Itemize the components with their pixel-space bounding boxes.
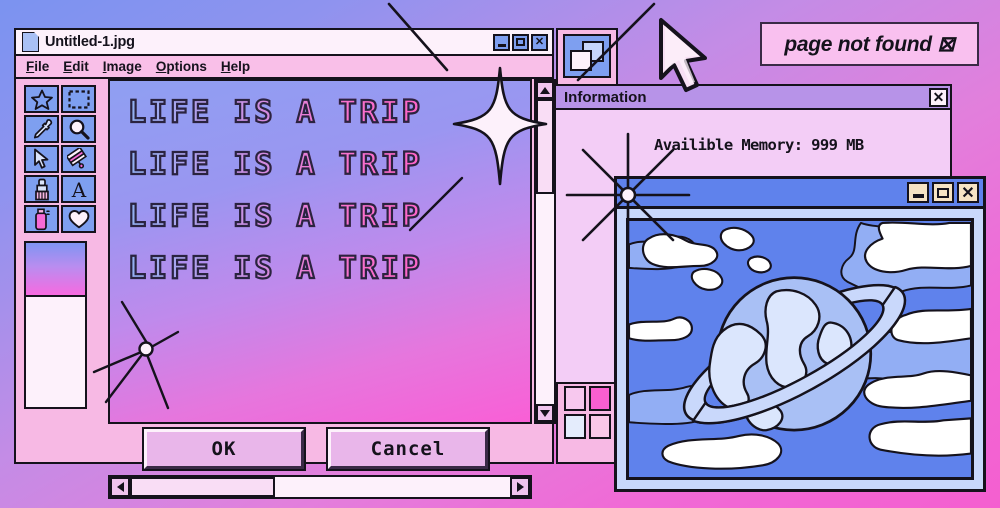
secondary-color-swatch[interactable] [24, 297, 87, 409]
close-button[interactable]: ✕ [957, 182, 979, 203]
close-button[interactable]: ✕ [929, 87, 948, 107]
minimize-button[interactable] [907, 182, 929, 203]
close-button[interactable]: ✕ [531, 33, 548, 51]
ringed-planet-illustration [629, 221, 971, 477]
roller-tool[interactable] [61, 145, 96, 173]
ok-button[interactable]: OK [142, 427, 306, 471]
canvas-horizontal-scrollbar[interactable] [108, 475, 532, 499]
scroll-up-button[interactable] [536, 81, 554, 99]
paintbrush-icon [34, 178, 49, 200]
canvas-text-line-2: LIFE IS A TRIP [127, 146, 423, 183]
scroll-down-button[interactable] [536, 404, 554, 422]
information-title: Information [564, 88, 647, 106]
planet-artwork [626, 218, 974, 480]
maximize-button[interactable] [932, 182, 954, 203]
minimize-button[interactable] [493, 33, 510, 51]
copy-front-square [570, 50, 592, 71]
heart-tool[interactable] [61, 205, 96, 233]
paint-menubar: File Edit Image Options Help [16, 56, 552, 79]
canvas-text-line-1: LIFE IS A TRIP [127, 94, 423, 131]
text-tool[interactable]: A [61, 175, 96, 203]
magnifier-icon [69, 119, 90, 140]
palette-swatch[interactable] [589, 414, 611, 439]
star-tool[interactable] [24, 85, 59, 113]
active-color-swatch[interactable] [24, 241, 87, 297]
menu-item-image[interactable]: Image [103, 59, 142, 74]
scroll-right-button[interactable] [510, 477, 530, 497]
planet-image-window[interactable]: ✕ [614, 176, 986, 492]
planet-window-titlebar[interactable]: ✕ [617, 179, 983, 209]
select-tool[interactable] [61, 85, 96, 113]
page-not-found-badge: page not found ⊠ [760, 22, 979, 66]
triangle-right-icon [516, 482, 524, 492]
cancel-button[interactable]: Cancel [326, 427, 490, 471]
canvas-text-line-3: LIFE IS A TRIP [127, 198, 423, 235]
toolbox: A [24, 85, 98, 409]
eyedropper-icon [33, 119, 52, 139]
eyedropper-tool[interactable] [24, 115, 59, 143]
planet-window-controls: ✕ [907, 182, 979, 203]
paint-window-titlebar[interactable]: Untitled-1.jpg ✕ [16, 30, 552, 56]
paint-roller-icon [67, 148, 88, 169]
information-titlebar[interactable]: Information ✕ [556, 86, 950, 110]
paint-window-body: A LIFE IS A TRIP LIFE IS A TRIP LIFE IS … [16, 79, 556, 499]
pointer-tool[interactable] [24, 145, 59, 173]
document-icon [22, 31, 40, 52]
triangle-up-icon [540, 86, 550, 94]
minimize-icon [912, 194, 924, 198]
letter-a-icon: A [70, 179, 86, 200]
image-canvas[interactable]: LIFE IS A TRIP LIFE IS A TRIP LIFE IS A … [108, 79, 532, 424]
star-icon [30, 89, 53, 110]
maximize-button[interactable] [512, 33, 529, 51]
paint-window-controls: ✕ [493, 33, 549, 51]
menu-item-options[interactable]: Options [156, 59, 207, 74]
dashed-selection-icon [67, 89, 90, 109]
menu-item-edit[interactable]: Edit [63, 59, 89, 74]
cursor-arrow-icon [33, 148, 48, 169]
information-message: Availible Memory: 999 MB [654, 136, 864, 154]
palette-swatch[interactable] [564, 386, 586, 411]
triangle-down-icon [540, 409, 550, 417]
spray-tool[interactable] [24, 205, 59, 233]
menu-item-file[interactable]: File [26, 59, 49, 74]
copy-windows-icon[interactable] [563, 34, 611, 78]
maximize-icon [937, 187, 949, 198]
maximize-icon [516, 38, 525, 46]
brush-tool[interactable] [24, 175, 59, 203]
zoom-tool[interactable] [61, 115, 96, 143]
menu-item-help[interactable]: Help [221, 59, 250, 74]
scroll-left-button[interactable] [110, 477, 130, 497]
paint-window[interactable]: Untitled-1.jpg ✕ File Edit Image Options… [14, 28, 556, 499]
spray-can-icon [34, 207, 50, 230]
triangle-left-icon [116, 482, 124, 492]
svg-text:A: A [70, 179, 86, 200]
vertical-scroll-thumb[interactable] [536, 99, 554, 194]
palette-swatch[interactable] [589, 386, 611, 411]
tool-grid: A [24, 85, 98, 233]
horizontal-scroll-thumb[interactable] [130, 477, 275, 497]
page-not-found-text: page not found ⊠ [784, 32, 955, 56]
paint-window-title: Untitled-1.jpg [45, 34, 135, 50]
heart-icon [68, 210, 89, 229]
dialog-button-row: OK Cancel [108, 427, 532, 471]
canvas-text-line-4: LIFE IS A TRIP [127, 250, 423, 287]
mouse-pointer-icon [655, 16, 713, 99]
canvas-vertical-scrollbar[interactable] [534, 79, 556, 424]
minimize-icon [497, 43, 506, 47]
palette-swatch[interactable] [564, 414, 586, 439]
